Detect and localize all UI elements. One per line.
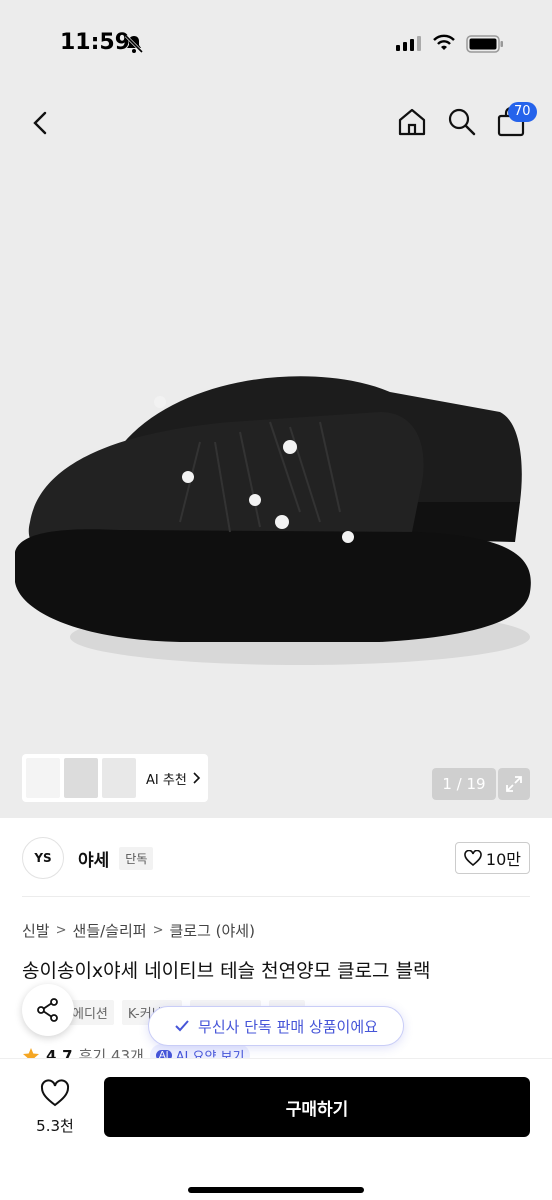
product-photo <box>15 376 531 665</box>
thumbnail-strip[interactable]: AI 추천 <box>22 754 208 802</box>
product-title: 송이송이x야세 네이티브 테슬 천연양모 클로그 블랙 <box>22 960 431 982</box>
wifi-icon <box>433 34 455 50</box>
brand-like-count: 10만 <box>485 850 521 869</box>
ai-recommend-link[interactable]: AI 추천 <box>146 769 201 788</box>
check-icon <box>175 1020 189 1032</box>
exclusive-badge: 단독 <box>119 846 154 870</box>
expand-icon <box>506 776 522 792</box>
wishlist-count: 5.3천 <box>36 1117 74 1135</box>
share-icon <box>37 998 58 1022</box>
battery-icon <box>466 35 503 53</box>
brand-logo[interactable]: YS <box>22 837 64 879</box>
cart-count-badge: 70 <box>508 102 537 122</box>
breadcrumb: 신발 > 샌들/슬리퍼 > 클로그 (야세) <box>22 920 255 941</box>
brand-name[interactable]: 야세 <box>78 846 109 871</box>
brand-like-button[interactable]: 10만 <box>454 842 530 874</box>
status-bar: 11:59 <box>0 0 552 92</box>
buy-button[interactable]: 구매하기 <box>104 1077 530 1137</box>
heart-icon <box>464 850 482 866</box>
ai-recommend-label: AI 추천 <box>146 772 187 788</box>
signal-icon <box>396 36 421 51</box>
divider <box>22 896 530 897</box>
thumbnail-3[interactable] <box>102 758 136 798</box>
expand-button[interactable] <box>498 768 530 800</box>
status-time: 11:59 <box>60 30 131 55</box>
bottom-bar: 5.3천 구매하기 <box>0 1058 552 1200</box>
brand-row: YS 야세 단독 10만 <box>22 836 530 880</box>
chevron-right-icon: > <box>55 923 67 938</box>
breadcrumb-item[interactable]: 신발 <box>22 920 50 941</box>
toast-text: 무신사 단독 판매 상품이에요 <box>198 1017 378 1036</box>
heart-icon <box>40 1079 70 1107</box>
wishlist-button[interactable]: 5.3천 <box>26 1079 84 1136</box>
search-icon[interactable] <box>446 106 478 138</box>
chevron-right-icon <box>193 772 200 784</box>
image-counter: 1 / 19 <box>432 768 496 800</box>
breadcrumb-item[interactable]: 클로그 (야세) <box>169 920 254 941</box>
thumbnail-2[interactable] <box>64 758 98 798</box>
breadcrumb-item[interactable]: 샌들/슬리퍼 <box>73 920 147 941</box>
back-icon[interactable] <box>26 108 56 138</box>
bell-slash-icon <box>124 34 144 54</box>
home-icon[interactable] <box>396 106 428 138</box>
share-button[interactable] <box>22 984 74 1036</box>
chevron-right-icon: > <box>152 923 164 938</box>
exclusive-toast: 무신사 단독 판매 상품이에요 <box>148 1006 404 1046</box>
product-gallery[interactable]: 70 AI 추천 1 / 19 <box>0 92 552 818</box>
home-indicator <box>188 1187 364 1193</box>
thumbnail-1[interactable] <box>26 758 60 798</box>
